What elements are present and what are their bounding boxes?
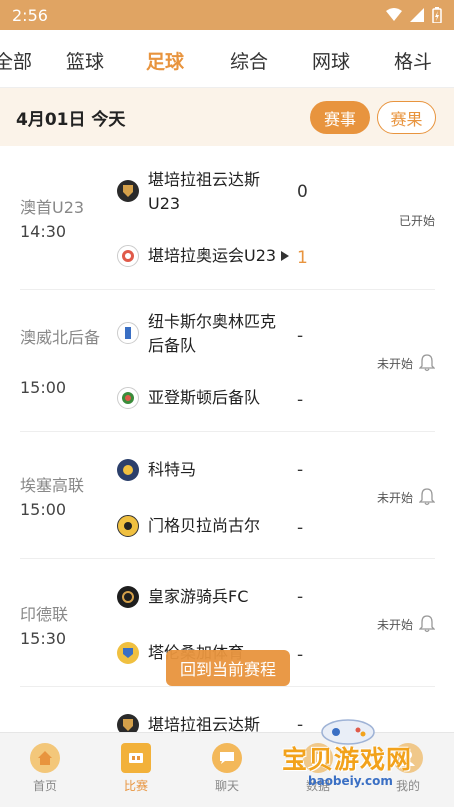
sport-tabs: 全部 篮球 足球 综合 网球 格斗 [0, 30, 454, 88]
status-label: 未开始 [376, 617, 413, 632]
watermark-url: baobeiy.com [308, 774, 393, 788]
status-time: 2:56 [12, 5, 48, 25]
match-time: 15:00 [20, 500, 67, 519]
watermark-title: 宝贝游戏网 [282, 745, 413, 774]
events-button[interactable]: 赛事 [310, 101, 370, 134]
watermark: 宝贝游戏网 baobeiy.com [278, 712, 428, 794]
home-score: - [297, 326, 304, 346]
home-team-name: 纽卡斯尔奥林匹克后备队 [148, 312, 277, 355]
status-icons [386, 7, 442, 23]
nav-chat[interactable]: 聊天 [197, 743, 257, 794]
away-team: 门格贝拉尚古尔 [117, 514, 260, 538]
scoreboard-icon [121, 743, 151, 773]
bell-icon[interactable] [419, 354, 435, 372]
home-team: 纽卡斯尔奥林匹克后备队 [117, 310, 287, 358]
status-bar: 2:56 [0, 0, 454, 30]
chat-icon [212, 743, 242, 773]
match-row[interactable]: 埃塞高联 15:00 科特马 - 门格贝拉尚古尔 - 未开始 [20, 432, 435, 559]
match-time: 15:30 [20, 629, 67, 648]
home-team-name: 科特马 [148, 460, 197, 479]
signal-icon [410, 8, 424, 22]
team-badge-icon [117, 515, 139, 537]
team-badge-icon [117, 459, 139, 481]
team-badge-icon [117, 586, 139, 608]
away-team: 亚登斯顿后备队 [117, 386, 260, 410]
match-time: 15:00 [20, 378, 67, 397]
nav-matches-label: 比赛 [123, 779, 148, 793]
league-name: 澳威北后备 [20, 328, 101, 347]
home-team-name: 堪培拉祖云达斯U23 [148, 170, 261, 213]
home-team-name: 皇家游骑兵FC [148, 587, 249, 606]
home-score: - [297, 460, 304, 480]
away-score: - [297, 390, 304, 410]
home-team: 堪培拉祖云达斯U23 [117, 168, 277, 216]
bell-icon[interactable] [419, 488, 435, 506]
tab-fighting[interactable]: 格斗 [394, 47, 432, 74]
wifi-icon [386, 8, 402, 21]
play-icon [281, 251, 290, 261]
away-score: - [297, 518, 304, 538]
away-team: 堪培拉奥运会U23 [117, 244, 290, 268]
tab-all[interactable]: 全部 [0, 47, 32, 74]
home-score: - [297, 587, 304, 607]
league-name: 印德联 [20, 605, 69, 624]
date-row: 4月01日 今天 赛事 赛果 [0, 88, 454, 146]
away-team-name: 堪培拉奥运会U23 [148, 246, 277, 265]
team-badge-icon [117, 322, 139, 344]
match-status: 未开始 [377, 615, 435, 633]
away-team-name: 门格贝拉尚古尔 [148, 516, 261, 535]
home-score: 0 [297, 182, 308, 202]
match-row[interactable]: 澳威北后备 15:00 纽卡斯尔奥林匹克后备队 - 亚登斯顿后备队 - 未开始 [20, 290, 435, 432]
away-score: 1 [297, 248, 308, 268]
league-name: 澳首U23 [20, 198, 85, 217]
tab-tennis[interactable]: 网球 [312, 47, 350, 74]
home-team: 科特马 [117, 458, 196, 482]
nav-chat-label: 聊天 [214, 779, 239, 793]
nav-home[interactable]: 首页 [15, 743, 75, 794]
nav-matches[interactable]: 比赛 [106, 743, 166, 794]
status-label: 未开始 [376, 356, 413, 371]
status-label: 未开始 [376, 490, 413, 505]
match-status: 未开始 [377, 488, 435, 506]
match-time: 14:30 [20, 222, 67, 241]
tab-basketball[interactable]: 篮球 [66, 47, 104, 74]
home-icon [30, 743, 60, 773]
nav-home-label: 首页 [32, 779, 57, 793]
bell-icon[interactable] [419, 615, 435, 633]
away-score: - [297, 645, 304, 665]
results-button[interactable]: 赛果 [377, 101, 436, 134]
back-to-current-button[interactable]: 回到当前赛程 [166, 650, 290, 686]
team-badge-icon [117, 642, 139, 664]
home-team: 皇家游骑兵FC [117, 585, 248, 609]
tab-football[interactable]: 足球 [146, 47, 184, 74]
match-status: 已开始 [399, 212, 435, 229]
battery-icon [432, 7, 442, 23]
away-team-name: 亚登斯顿后备队 [148, 388, 261, 407]
match-row[interactable]: 澳首U23 14:30 堪培拉祖云达斯U23 0 堪培拉奥运会U23 1 已开始 [20, 146, 435, 290]
league-name: 埃塞高联 [20, 476, 85, 495]
team-badge-icon [117, 245, 139, 267]
match-status: 未开始 [377, 354, 435, 372]
team-badge-icon [117, 180, 139, 202]
tab-general[interactable]: 综合 [230, 47, 268, 74]
status-label: 已开始 [398, 214, 435, 228]
team-badge-icon [117, 387, 139, 409]
date-label: 4月01日 今天 [16, 109, 126, 130]
